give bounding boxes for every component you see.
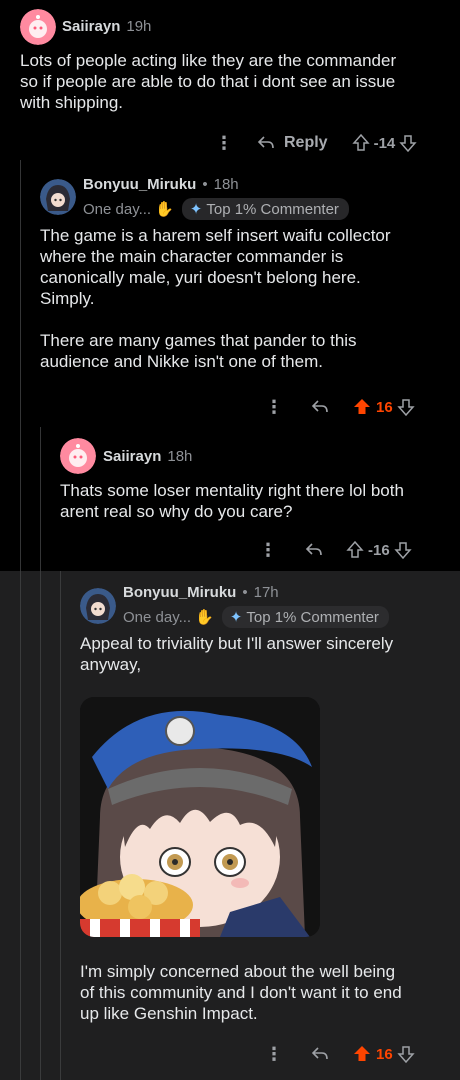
avatar[interactable]	[40, 179, 76, 215]
reply-icon[interactable]	[310, 1044, 330, 1064]
thread-line	[20, 571, 21, 1080]
thread-line	[40, 571, 41, 1080]
chibi-character-image[interactable]	[80, 697, 320, 937]
more-icon[interactable]: ⋮	[262, 1044, 286, 1065]
upvote-icon[interactable]	[346, 540, 364, 560]
downvote-icon[interactable]	[394, 540, 412, 560]
thread-line	[60, 571, 61, 1080]
comment-actions: ⋮ -16	[256, 536, 412, 564]
username[interactable]: Saiirayn	[62, 18, 120, 35]
top-commenter-badge: ✦ Top 1% Commenter	[221, 606, 389, 628]
comment-body: Appeal to triviality but I'll answer sin…	[80, 634, 394, 674]
avatar[interactable]	[20, 9, 56, 45]
reply-icon	[257, 136, 274, 149]
reply-button[interactable]: Reply	[256, 133, 328, 153]
upvote-icon[interactable]	[352, 1044, 372, 1064]
wave-hand-icon: ✋	[195, 609, 214, 626]
comment-body: I'm simply concerned about the well bein…	[80, 962, 402, 1023]
downvote-icon[interactable]	[399, 133, 417, 153]
username[interactable]: Bonyuu_Miruku	[123, 584, 236, 601]
comment-actions: ⋮ 16	[262, 1040, 415, 1068]
timestamp: 17h	[253, 584, 279, 601]
username[interactable]: Bonyuu_Miruku	[83, 176, 196, 193]
wave-hand-icon: ✋	[155, 201, 174, 218]
more-icon[interactable]: ⋮	[256, 540, 280, 561]
vote-count: -14	[373, 134, 396, 152]
comment-body: Lots of people acting like they are the …	[20, 51, 397, 112]
comment-actions: ⋮ 16	[262, 393, 415, 421]
avatar[interactable]	[80, 588, 116, 624]
timestamp: 19h	[126, 18, 152, 35]
timestamp: 18h	[167, 448, 193, 465]
comment-body: The game is a harem self insert waifu co…	[40, 226, 391, 371]
user-flair: One day... ✋ ✦ Top 1% Commenter	[83, 198, 349, 220]
sparkle-badge-icon: ✦	[189, 201, 203, 218]
comment-actions: ⋮ Reply -14	[212, 129, 417, 157]
timestamp: 18h	[213, 176, 239, 193]
top-commenter-badge: ✦ Top 1% Commenter	[181, 198, 349, 220]
comment-body: Thats some loser mentality right there l…	[60, 481, 404, 521]
downvote-icon[interactable]	[397, 1044, 415, 1064]
user-flair: One day... ✋ ✦ Top 1% Commenter	[123, 606, 389, 628]
reply-icon[interactable]	[304, 540, 324, 560]
upvote-icon[interactable]	[351, 133, 370, 153]
vote-count: 16	[376, 398, 393, 416]
more-icon[interactable]: ⋮	[212, 133, 236, 154]
upvote-icon[interactable]	[352, 397, 372, 417]
avatar[interactable]	[60, 438, 96, 474]
downvote-icon[interactable]	[397, 397, 415, 417]
reply-icon[interactable]	[310, 397, 330, 417]
more-icon[interactable]: ⋮	[262, 397, 286, 418]
username[interactable]: Saiirayn	[103, 448, 161, 465]
sparkle-badge-icon: ✦	[229, 609, 243, 626]
vote-count: -16	[368, 541, 390, 559]
vote-count: 16	[376, 1045, 393, 1063]
